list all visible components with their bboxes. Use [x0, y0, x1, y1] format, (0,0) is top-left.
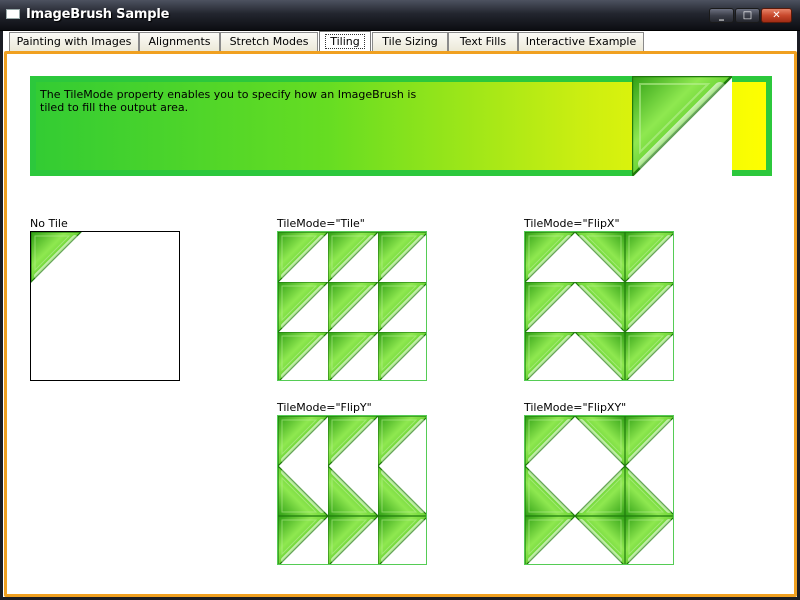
minimize-button[interactable]: _: [709, 8, 734, 23]
title-bar[interactable]: ImageBrush Sample _ □ ✕: [0, 0, 800, 31]
tilemode-tile-sample: [277, 231, 427, 381]
tab-painting-with-images[interactable]: Painting with Images: [9, 32, 139, 51]
tab-text-fills[interactable]: Text Fills: [448, 32, 518, 51]
tab-tile-sizing[interactable]: Tile Sizing: [372, 32, 448, 51]
window-icon: [6, 9, 20, 19]
tab-stretch-modes[interactable]: Stretch Modes: [220, 32, 318, 51]
window-client: Painting with Images Alignments Stretch …: [3, 31, 797, 597]
tilemode-flipx-sample: [524, 231, 674, 381]
tilemode-flipxy-label: TileMode="FlipXY": [524, 401, 627, 414]
no-tile-label: No Tile: [30, 217, 68, 230]
tilemode-tile-label: TileMode="Tile": [277, 217, 365, 230]
tilemode-flipx-label: TileMode="FlipX": [524, 217, 620, 230]
maximize-button[interactable]: □: [735, 8, 760, 23]
tab-alignments[interactable]: Alignments: [139, 32, 220, 51]
window-title: ImageBrush Sample: [26, 7, 170, 22]
triangle-image: [632, 76, 732, 176]
tab-content-tiling: The TileMode property enables you to spe…: [4, 51, 797, 597]
tilemode-flipxy-sample: [524, 415, 674, 565]
tab-interactive-example[interactable]: Interactive Example: [518, 32, 644, 51]
description-banner: The TileMode property enables you to spe…: [30, 76, 772, 176]
tilemode-flipy-sample: [277, 415, 427, 565]
tilemode-flipy-label: TileMode="FlipY": [277, 401, 372, 414]
no-tile-sample: [30, 231, 180, 381]
close-button[interactable]: ✕: [761, 8, 792, 23]
banner-description: The TileMode property enables you to spe…: [40, 88, 417, 114]
tab-tiling[interactable]: Tiling: [319, 31, 371, 52]
